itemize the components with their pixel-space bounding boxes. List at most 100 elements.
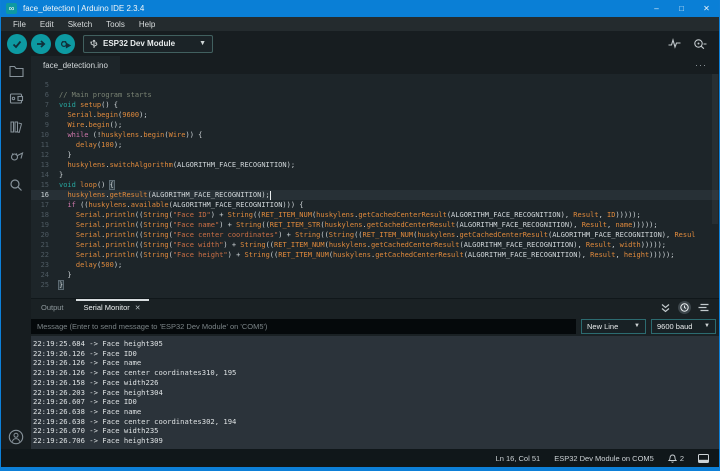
board-port-status[interactable]: ESP32 Dev Module on COM5 [554, 454, 654, 463]
arduino-ide-window: ∞ face_detection | Arduino IDE 2.3.4 – □… [0, 0, 720, 471]
menu-item-file[interactable]: File [7, 20, 32, 29]
code-line-12[interactable]: 12 } [31, 150, 719, 160]
serial-line: 22:19:26.126 -> Face name [33, 358, 719, 368]
code-line-16[interactable]: 16 huskylens.getResult(ALGORITHM_FACE_RE… [31, 190, 719, 200]
tab-face-detection-ino[interactable]: face_detection.ino [31, 56, 120, 74]
serial-line: 22:19:26.158 -> Face width226 [33, 378, 719, 388]
code-line-21[interactable]: 21 Serial.println((String("Face width") … [31, 240, 719, 250]
code-lines: 56// Main program starts7void setup() {8… [31, 80, 719, 290]
code-line-22[interactable]: 22 Serial.println((String("Face height")… [31, 250, 719, 260]
library-manager-icon[interactable] [9, 120, 24, 134]
code-text: // Main program starts [59, 90, 152, 100]
code-text: huskylens.getResult(ALGORITHM_FACE_RECOG… [59, 190, 271, 200]
line-number: 17 [31, 200, 59, 210]
close-button[interactable]: ✕ [694, 0, 719, 17]
menu-item-help[interactable]: Help [133, 20, 161, 29]
code-text: Serial.begin(9600); [59, 110, 148, 120]
code-line-10[interactable]: 10 while (!huskylens.begin(Wire)) { [31, 130, 719, 140]
tab-output[interactable]: Output [31, 299, 74, 316]
minimize-button[interactable]: – [644, 0, 669, 17]
code-line-13[interactable]: 13 huskylens.switchAlgorithm(ALGORITHM_F… [31, 160, 719, 170]
code-line-8[interactable]: 8 Serial.begin(9600); [31, 110, 719, 120]
line-number: 20 [31, 230, 59, 240]
editor-column: face_detection.ino ··· 56// Main program… [31, 56, 719, 449]
line-number: 10 [31, 130, 59, 140]
code-line-15[interactable]: 15void loop() { [31, 180, 719, 190]
code-line-7[interactable]: 7void setup() { [31, 100, 719, 110]
bottom-panel: Output Serial Monitor ✕ [31, 298, 719, 449]
board-selector-label: ESP32 Dev Module [103, 39, 194, 48]
bell-icon [668, 453, 677, 463]
code-text: if ((huskylens.available(ALGORITHM_FACE_… [59, 200, 303, 210]
arrow-right-icon [36, 39, 46, 49]
code-line-20[interactable]: 20 Serial.println((String("Face center c… [31, 230, 719, 240]
line-number: 22 [31, 250, 59, 260]
code-text: Serial.println((String("Face name") + St… [59, 220, 658, 230]
line-number: 19 [31, 220, 59, 230]
line-number: 6 [31, 90, 59, 100]
code-text: huskylens.switchAlgorithm(ALGORITHM_FACE… [59, 160, 295, 170]
code-line-23[interactable]: 23 delay(500); [31, 260, 719, 270]
usb-icon [90, 39, 98, 49]
verify-button[interactable] [7, 34, 27, 54]
serial-monitor-icon[interactable] [693, 38, 707, 50]
code-line-19[interactable]: 19 Serial.println((String("Face name") +… [31, 220, 719, 230]
line-number: 7 [31, 100, 59, 110]
tab-serial-monitor[interactable]: Serial Monitor ✕ [74, 299, 151, 316]
code-line-11[interactable]: 11 delay(100); [31, 140, 719, 150]
code-text: } [59, 270, 72, 280]
timestamp-toggle[interactable] [678, 301, 691, 314]
tab-serial-monitor-label: Serial Monitor [84, 303, 130, 312]
code-line-24[interactable]: 24 } [31, 270, 719, 280]
more-actions-icon[interactable]: ··· [695, 56, 719, 74]
serial-line: 22:19:26.638 -> Face center coordinates3… [33, 417, 719, 427]
toggle-panel-icon[interactable] [698, 454, 709, 463]
code-text: void setup() { [59, 100, 118, 110]
serial-line: 22:19:26.126 -> Face ID0 [33, 349, 719, 359]
account-icon[interactable] [8, 429, 24, 445]
line-number: 23 [31, 260, 59, 270]
editor-scrollbar[interactable] [712, 74, 718, 224]
board-selector[interactable]: ESP32 Dev Module ▼ [83, 35, 213, 53]
titlebar: ∞ face_detection | Arduino IDE 2.3.4 – □… [1, 0, 719, 17]
code-line-25[interactable]: 25} [31, 280, 719, 290]
line-ending-select[interactable]: New Line ▼ [581, 319, 646, 334]
line-number: 5 [31, 80, 59, 90]
cursor-position[interactable]: Ln 16, Col 51 [496, 454, 541, 463]
line-number: 16 [31, 190, 59, 200]
search-icon[interactable] [9, 178, 23, 192]
line-number: 12 [31, 150, 59, 160]
baud-rate-value: 9600 baud [657, 322, 692, 331]
code-line-14[interactable]: 14} [31, 170, 719, 180]
collapse-panel-icon[interactable] [660, 303, 671, 313]
maximize-button[interactable]: □ [669, 0, 694, 17]
menu-item-edit[interactable]: Edit [34, 20, 60, 29]
code-line-5[interactable]: 5 [31, 80, 719, 90]
code-line-17[interactable]: 17 if ((huskylens.available(ALGORITHM_FA… [31, 200, 719, 210]
code-editor[interactable]: 56// Main program starts7void setup() {8… [31, 74, 719, 298]
code-line-6[interactable]: 6// Main program starts [31, 90, 719, 100]
sketchbook-folder-icon[interactable] [9, 64, 24, 77]
debug-panel-icon[interactable] [9, 149, 24, 163]
toolbar-right [668, 38, 719, 50]
code-text: Serial.println((String("Face height") + … [59, 250, 674, 260]
close-tab-icon[interactable]: ✕ [135, 304, 141, 312]
serial-output[interactable]: 22:19:25.684 -> Face height30522:19:26.1… [31, 336, 719, 449]
upload-button[interactable] [31, 34, 51, 54]
baud-rate-select[interactable]: 9600 baud ▼ [651, 319, 716, 334]
clear-output-icon[interactable] [698, 303, 709, 312]
debug-button[interactable] [55, 34, 75, 54]
serial-plotter-icon[interactable] [668, 38, 681, 49]
code-text: } [59, 170, 63, 180]
code-text: } [59, 150, 72, 160]
line-number: 13 [31, 160, 59, 170]
boards-manager-icon[interactable] [9, 92, 24, 105]
code-line-9[interactable]: 9 Wire.begin(); [31, 120, 719, 130]
tab-output-label: Output [41, 303, 64, 312]
menu-item-sketch[interactable]: Sketch [62, 20, 98, 29]
menubar: FileEditSketchToolsHelp [1, 17, 719, 31]
serial-message-input[interactable] [31, 319, 576, 334]
notifications[interactable]: 2 [668, 453, 684, 463]
menu-item-tools[interactable]: Tools [100, 20, 131, 29]
code-line-18[interactable]: 18 Serial.println((String("Face ID") + S… [31, 210, 719, 220]
